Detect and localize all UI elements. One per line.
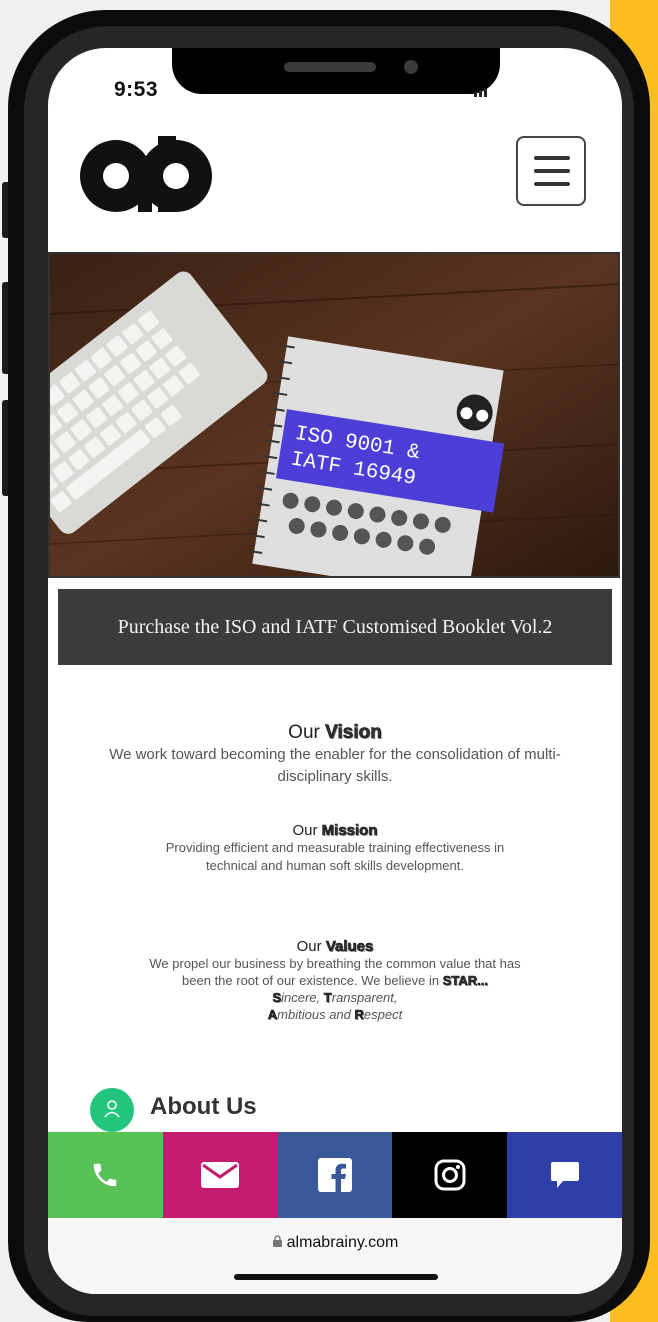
about-us-heading[interactable]: About Us xyxy=(150,1093,257,1121)
user-icon[interactable] xyxy=(90,1088,134,1132)
facebook-icon xyxy=(317,1158,352,1192)
browser-address-bar[interactable]: almabrainy.com xyxy=(48,1218,622,1294)
email-button[interactable] xyxy=(162,1132,278,1218)
purchase-booklet-button[interactable]: Purchase the ISO and IATF Customised Boo… xyxy=(58,589,612,665)
mission-text: Providing efficient and measurable train… xyxy=(165,840,505,873)
star-values-line-1: Sincere, Transparent, xyxy=(272,990,398,1006)
mission-section: Our Mission Providing efficient and meas… xyxy=(88,822,582,875)
chat-icon xyxy=(550,1162,579,1188)
home-indicator xyxy=(234,1274,438,1280)
values-heading: Our Values xyxy=(296,938,374,956)
instagram-button[interactable] xyxy=(392,1132,508,1218)
star-values-line-2: Ambitious and Respect xyxy=(267,1007,403,1023)
phone-button[interactable] xyxy=(48,1132,163,1218)
values-text: We propel our business by breathing the … xyxy=(149,956,521,988)
facebook-button[interactable] xyxy=(277,1132,393,1218)
menu-button[interactable] xyxy=(516,136,586,206)
brand-logo[interactable] xyxy=(80,136,212,222)
hero-image: ISO 9001 & IATF 16949 xyxy=(48,252,620,578)
vision-text: We work toward becoming the enabler for … xyxy=(109,746,561,785)
instagram-icon xyxy=(434,1159,466,1191)
logo-icon xyxy=(80,136,212,212)
vision-section: Our Vision We work toward becoming the e… xyxy=(88,722,582,788)
phone-icon xyxy=(94,1163,117,1187)
booklet-photo: ISO 9001 & IATF 16949 xyxy=(50,254,618,576)
signal-icon xyxy=(474,88,487,97)
phone-screen: 9:53 alma brainy ISO 9001 & IATF 16949 P… xyxy=(48,48,622,1294)
logo-caption: alma brainy xyxy=(114,192,159,201)
vision-heading: Our Vision xyxy=(288,722,382,744)
chat-button[interactable] xyxy=(507,1132,622,1218)
status-time: 9:53 xyxy=(114,78,159,101)
mission-heading: Our Mission xyxy=(292,822,378,840)
contact-action-bar xyxy=(48,1132,622,1218)
values-section: Our Values We propel our business by bre… xyxy=(88,938,582,1023)
url-display[interactable]: almabrainy.com xyxy=(48,1234,622,1252)
lock-icon xyxy=(272,1235,282,1247)
hamburger-icon xyxy=(534,156,570,160)
mail-icon xyxy=(201,1162,240,1188)
notch xyxy=(172,48,500,94)
front-camera xyxy=(404,60,418,74)
speaker-grille xyxy=(284,62,376,72)
